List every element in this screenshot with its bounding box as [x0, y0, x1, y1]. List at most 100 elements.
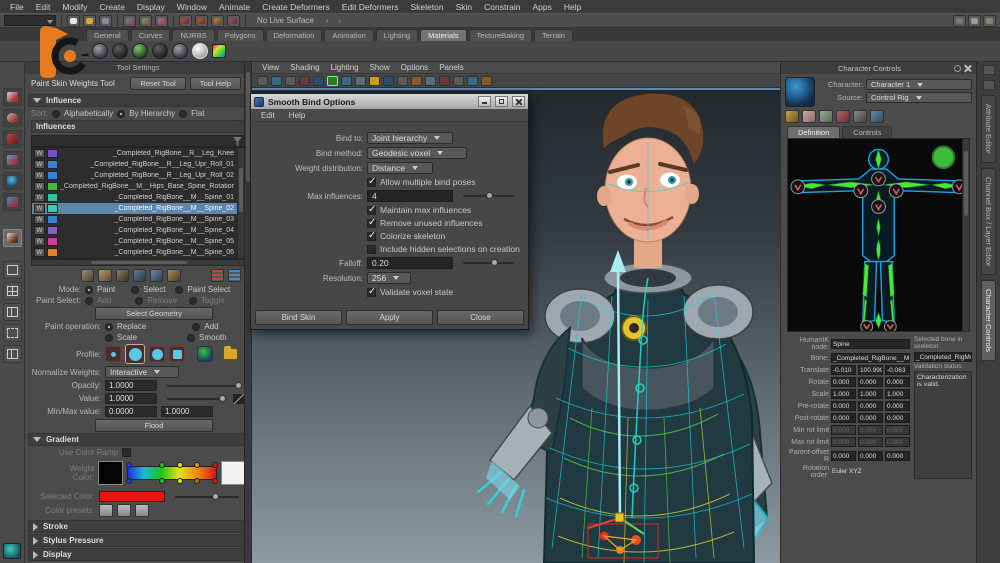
brush-profile-square-icon[interactable]	[169, 346, 185, 362]
rotation-order-value[interactable]: Euler XYZ	[831, 467, 910, 477]
rotate-y-field[interactable]: 0.000	[858, 377, 883, 387]
shelf-item-shader2-icon[interactable]	[172, 43, 188, 59]
humanik-definition-figure[interactable]	[787, 138, 970, 332]
hik-menu-icon[interactable]	[870, 110, 884, 123]
paint-select-tool-icon[interactable]	[3, 130, 22, 148]
influence-section-header[interactable]: Influence	[28, 94, 248, 107]
vp-shaded-icon[interactable]	[341, 76, 352, 86]
weight-lock-toggle[interactable]: W	[34, 237, 45, 246]
brush-profile-soft-icon[interactable]	[105, 346, 121, 362]
translate-z-field[interactable]: -0.063	[885, 365, 910, 375]
max-influences-slider[interactable]	[463, 195, 514, 197]
brush-profile-gaussian-icon[interactable]	[149, 346, 165, 362]
snap-point-icon[interactable]	[155, 15, 168, 27]
paint-joint-icon[interactable]	[150, 269, 163, 282]
rotate-tool-icon[interactable]	[3, 172, 22, 190]
vp-shadows-icon[interactable]	[383, 76, 394, 86]
humanik-badge-icon[interactable]	[785, 77, 815, 107]
selected-bone-field[interactable]: _Completed_RigMesh_M_Body	[914, 352, 972, 362]
select-geometry-button[interactable]: Select Geometry	[95, 307, 213, 320]
snap-curve-icon[interactable]	[139, 15, 152, 27]
parent-offset-y-field[interactable]: 0.000	[858, 451, 883, 461]
normalize-weights-dropdown[interactable]: Interactive	[105, 366, 179, 378]
menu-window[interactable]: Window	[171, 2, 213, 12]
bone-field[interactable]: _Completed_RigBone__M__Spine_01	[831, 353, 910, 363]
menu-file[interactable]: File	[4, 2, 30, 12]
menu-animate[interactable]: Animate	[213, 2, 256, 12]
character-dropdown[interactable]: Character 1	[866, 79, 972, 90]
allow-multiple-bind-poses-checkbox[interactable]	[367, 178, 376, 187]
brush-profile-solid-icon[interactable]	[125, 344, 145, 364]
tab-controls[interactable]: Controls	[842, 126, 892, 138]
menu-edit[interactable]: Edit	[30, 2, 57, 12]
layout-persp-outliner-icon[interactable]	[3, 324, 22, 342]
panel-config-icon[interactable]	[983, 15, 996, 27]
opacity-slider[interactable]	[167, 385, 239, 387]
dock-collapse-icon[interactable]	[983, 65, 995, 75]
parent-offset-z-field[interactable]: 0.000	[885, 451, 910, 461]
dialog-menu-help[interactable]: Help	[284, 111, 310, 120]
tool-help-button[interactable]: Tool Help	[190, 77, 241, 90]
shelf-tab-lighting[interactable]: Lighting	[376, 29, 418, 41]
post-rotate-z-field[interactable]: 0.000	[885, 413, 910, 423]
validate-voxel-state-checkbox[interactable]	[367, 288, 376, 297]
hik-start-icon[interactable]	[785, 110, 799, 123]
vp-screenspace-icon[interactable]	[397, 76, 408, 86]
shelf-tab-texturebaking[interactable]: TextureBaking	[469, 29, 533, 41]
maximize-icon[interactable]	[495, 96, 508, 107]
vp-resolution-gate-icon[interactable]	[313, 76, 324, 86]
include-hidden-checkbox[interactable]	[367, 245, 376, 254]
shelf-tab-nurbs[interactable]: NURBS	[172, 29, 214, 41]
save-scene-icon[interactable]	[99, 15, 112, 27]
sort-flat-radio[interactable]	[179, 110, 187, 118]
paint-glove-icon[interactable]	[98, 269, 111, 282]
paint-ramp-icon[interactable]	[116, 269, 129, 282]
ramp-marker-orange[interactable]	[194, 462, 200, 468]
use-color-ramp-checkbox[interactable]	[122, 448, 131, 457]
shelf-item-shader-icon[interactable]	[152, 43, 168, 59]
shelf-item-sphere-icon[interactable]	[92, 43, 108, 59]
vp-xray-icon[interactable]	[467, 76, 478, 86]
weight-color-min-swatch[interactable]	[98, 461, 122, 485]
display-section-header[interactable]: Display	[28, 548, 248, 561]
vp-menu-show[interactable]: Show	[365, 63, 395, 72]
tab-channel-box[interactable]: Channel Box / Layer Editor	[981, 168, 996, 276]
gradient-section-header[interactable]: Gradient	[28, 433, 248, 446]
shelf-tab-curves[interactable]: Curves	[131, 29, 171, 41]
value-field[interactable]: 1.0000	[105, 393, 157, 404]
pre-rotate-x-field[interactable]: 0.000	[831, 401, 856, 411]
layout-hypergraph-icon[interactable]	[3, 345, 22, 363]
vp-menu-panels[interactable]: Panels	[434, 63, 468, 72]
weight-color-max-swatch[interactable]	[221, 461, 245, 485]
vp-grid-icon[interactable]	[285, 76, 296, 86]
close-icon[interactable]	[512, 96, 525, 107]
layout-single-pane-icon[interactable]	[3, 261, 22, 279]
color-preset-2[interactable]	[117, 504, 131, 517]
selected-color-swatch[interactable]	[99, 491, 165, 502]
vp-depth-peel-icon[interactable]	[439, 76, 450, 86]
vp-menu-view[interactable]: View	[257, 63, 284, 72]
scale-y-field[interactable]: 1.000	[858, 389, 883, 399]
scale-x-field[interactable]: 1.000	[831, 389, 856, 399]
humanik-node-field[interactable]: Spine	[831, 339, 910, 349]
post-rotate-x-field[interactable]: 0.000	[831, 413, 856, 423]
min-value-field[interactable]: 0.0000	[105, 406, 157, 417]
paint-mode-icon[interactable]	[81, 269, 94, 282]
workspace-icon[interactable]	[953, 15, 966, 27]
ramp-marker-orange-b[interactable]	[194, 478, 200, 484]
ramp-marker-blue[interactable]	[126, 462, 132, 468]
browse-brush-folder-icon[interactable]	[223, 348, 238, 360]
select-tool-icon[interactable]	[3, 88, 22, 106]
weight-lock-toggle[interactable]: W	[34, 248, 45, 257]
value-slider[interactable]	[167, 398, 223, 400]
max-influences-field[interactable]: 4	[367, 190, 453, 202]
weight-color-ramp[interactable]	[127, 466, 217, 480]
bind-method-dropdown[interactable]: Geodesic voxel	[367, 147, 467, 159]
ipr-render-icon[interactable]	[211, 15, 224, 27]
flood-button[interactable]: Flood	[95, 419, 213, 432]
vp-isolate-icon[interactable]	[453, 76, 464, 86]
snap-grid-icon[interactable]	[123, 15, 136, 27]
vp-menu-shading[interactable]: Shading	[285, 63, 324, 72]
influence-row-selected[interactable]: W _Completed_RigBone__M__Spine_02	[32, 203, 244, 214]
ramp-marker-green[interactable]	[159, 462, 165, 468]
